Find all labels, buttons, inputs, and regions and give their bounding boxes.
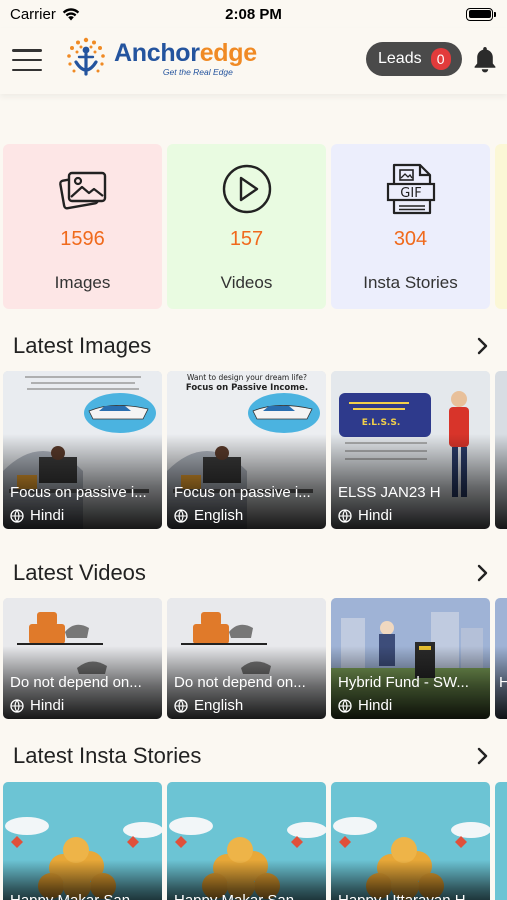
svg-text:GIF: GIF xyxy=(400,186,421,201)
brand-name-anchor: Anchor xyxy=(114,38,200,67)
card-language: Hindi xyxy=(10,507,64,524)
play-icon xyxy=(222,164,271,214)
stat-card-insta-stories[interactable]: GIF 304 Insta Stories xyxy=(331,144,490,309)
card-headline-1: Want to design your dream life? xyxy=(187,373,307,382)
card-title: Happy Uttarayan H... xyxy=(338,892,484,900)
section-title: Latest Videos xyxy=(13,560,146,585)
card-title: Do not depend on... xyxy=(174,674,306,691)
image-card[interactable]: E.L.S.S. ELSS JAN23 H Hindi xyxy=(331,371,490,529)
bell-icon[interactable] xyxy=(472,45,498,73)
card-language-label: English xyxy=(194,697,244,714)
video-card[interactable]: Do not depend on... English xyxy=(167,598,326,719)
logo-icon xyxy=(67,37,105,76)
videos-carousel[interactable]: Do not depend on... Hindi Do not depend … xyxy=(3,598,507,720)
stat-count: 304 xyxy=(393,228,428,250)
card-language: Hindi xyxy=(10,697,64,714)
globe-icon xyxy=(174,508,188,523)
card-language: Hindi xyxy=(338,507,392,524)
image-card[interactable]: Focus on passive i... Hindi xyxy=(3,371,162,529)
brand-name-edge: edge xyxy=(199,38,257,67)
section-title: Latest Images xyxy=(13,333,152,358)
stats-row: 1596 Images 157 Videos GIF 304 Insta Sto… xyxy=(3,144,507,309)
video-card-partial[interactable]: H xyxy=(495,598,507,719)
wifi-icon xyxy=(62,7,80,20)
card-language: Hindi xyxy=(338,697,392,714)
card-title: Happy Makar San... xyxy=(174,892,320,900)
globe-icon xyxy=(10,508,24,523)
card-language-label: Hindi xyxy=(358,507,393,524)
stat-count: 157 xyxy=(229,228,264,250)
image-card[interactable]: Want to design your dream life? Focus on… xyxy=(167,371,326,529)
story-card-partial[interactable] xyxy=(495,782,507,900)
chevron-right-icon[interactable] xyxy=(473,563,493,583)
card-elss-label: E.L.S.S. xyxy=(362,418,401,428)
battery-icon xyxy=(466,7,496,21)
video-card[interactable]: Hybrid Fund - SW... Hindi xyxy=(331,598,490,719)
leads-button[interactable]: Leads 0 xyxy=(366,42,462,76)
menu-button[interactable] xyxy=(12,49,42,71)
globe-icon xyxy=(174,698,188,713)
story-card[interactable]: Happy Makar San... xyxy=(167,782,326,900)
card-title: Focus on passive i... xyxy=(10,484,147,501)
chevron-right-icon[interactable] xyxy=(473,336,493,356)
status-left: Carrier xyxy=(10,6,80,23)
leads-count-badge: 0 xyxy=(430,48,451,70)
brand-tagline: Get the Real Edge xyxy=(162,66,233,77)
card-title: Happy Makar San... xyxy=(10,892,156,900)
story-card[interactable]: Happy Uttarayan H... xyxy=(331,782,490,900)
story-card[interactable]: Happy Makar San... xyxy=(3,782,162,900)
menu-icon xyxy=(12,49,42,52)
carrier-label: Carrier xyxy=(10,5,56,23)
gif-file-icon: GIF xyxy=(386,163,435,215)
card-language-label: English xyxy=(194,507,244,524)
card-language-label: Hindi xyxy=(358,697,393,714)
stat-card-videos[interactable]: 157 Videos xyxy=(167,144,326,309)
stat-label: Videos xyxy=(220,273,273,292)
card-title: Focus on passive i... xyxy=(174,484,311,501)
card-language: English xyxy=(174,697,243,714)
image-card-partial[interactable] xyxy=(495,371,507,529)
card-headline-2: Focus on Passive Income. xyxy=(186,383,308,393)
images-icon xyxy=(58,171,106,210)
card-language-label: Hindi xyxy=(30,697,65,714)
brand-logo: Anchoredge Get the Real Edge xyxy=(64,36,257,80)
card-title: Hybrid Fund - SW... xyxy=(338,674,469,691)
app-header: Anchoredge Get the Real Edge Leads 0 xyxy=(0,28,507,94)
stat-label: Insta Stories xyxy=(363,273,458,292)
globe-icon xyxy=(10,698,24,713)
stories-carousel[interactable]: Happy Makar San... Happy Makar San... Ha… xyxy=(3,782,507,900)
stat-card-images[interactable]: 1596 Images xyxy=(3,144,162,309)
card-language-label: Hindi xyxy=(30,507,65,524)
globe-icon xyxy=(338,698,352,713)
card-language: English xyxy=(174,507,243,524)
stat-label: Images xyxy=(54,273,111,292)
section-header-images: Latest Images xyxy=(13,331,493,361)
images-carousel[interactable]: Focus on passive i... Hindi Want to desi… xyxy=(3,371,507,530)
section-header-stories: Latest Insta Stories xyxy=(13,741,493,771)
stat-count: 1596 xyxy=(60,228,105,250)
card-title: H xyxy=(499,674,507,691)
card-title: ELSS JAN23 H xyxy=(338,484,441,501)
card-title: Do not depend on... xyxy=(10,674,142,691)
status-bar: Carrier 2:08 PM xyxy=(0,0,507,28)
section-header-videos: Latest Videos xyxy=(13,558,493,588)
chevron-right-icon[interactable] xyxy=(473,746,493,766)
globe-icon xyxy=(338,508,352,523)
section-title: Latest Insta Stories xyxy=(13,743,202,768)
stat-card-more[interactable] xyxy=(495,144,507,309)
leads-label: Leads xyxy=(378,50,422,67)
video-card[interactable]: Do not depend on... Hindi xyxy=(3,598,162,719)
